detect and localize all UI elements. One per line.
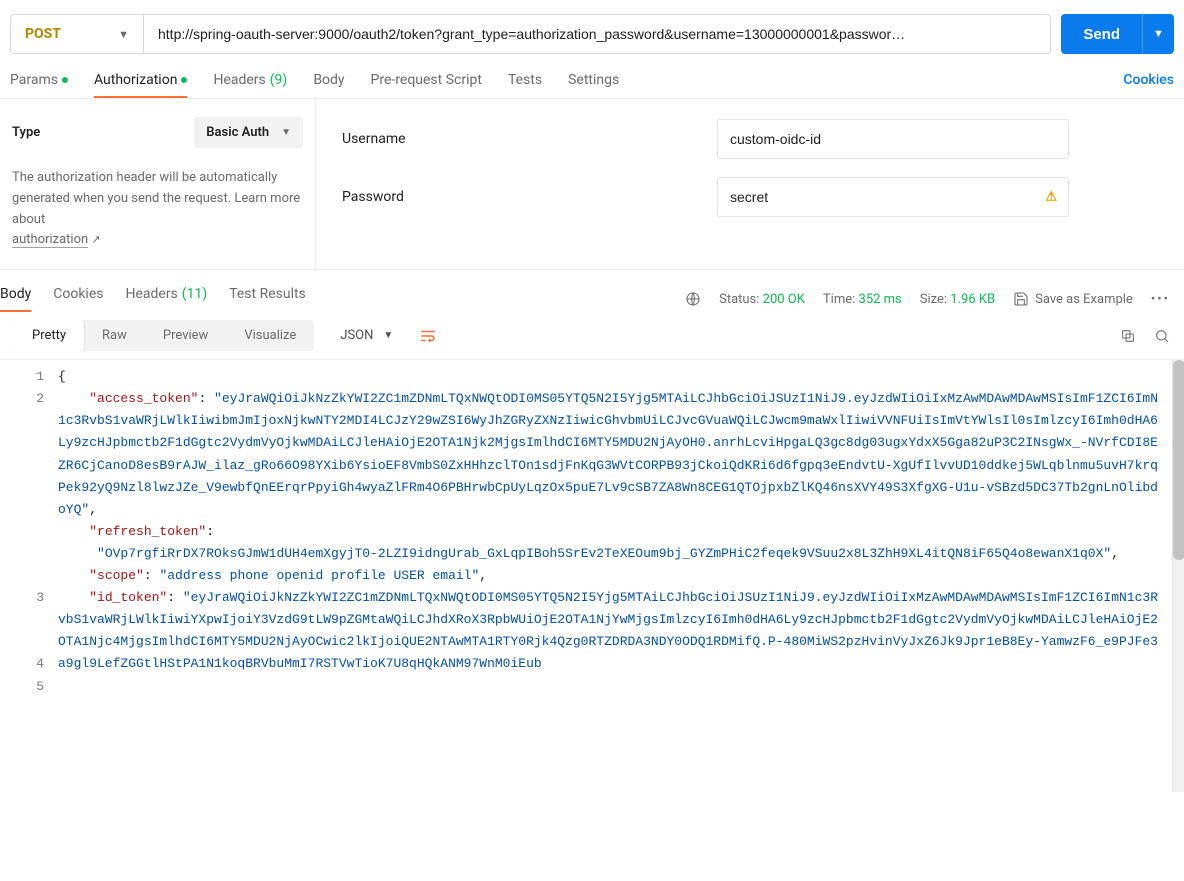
method-value: POST [25, 26, 61, 42]
tab-prerequest[interactable]: Pre-request Script [371, 72, 482, 98]
tab-body[interactable]: Body [313, 72, 344, 98]
copy-icon[interactable] [1120, 328, 1136, 344]
warning-icon: ⚠ [1045, 190, 1057, 205]
url-input[interactable] [144, 14, 1051, 54]
tab-authorization[interactable]: Authorization [94, 72, 187, 98]
resp-tab-headers[interactable]: Headers (11) [125, 286, 207, 312]
resp-tab-testresults[interactable]: Test Results [229, 286, 306, 312]
external-link-icon: ↗ [91, 233, 100, 246]
chevron-down-icon: ▼ [1153, 28, 1164, 40]
auth-type-select[interactable]: Basic Auth ▼ [194, 117, 303, 148]
auth-learn-link[interactable]: authorization [12, 232, 88, 248]
more-icon[interactable]: ••• [1151, 292, 1170, 307]
tab-tests[interactable]: Tests [508, 72, 542, 98]
password-label: Password [342, 189, 717, 205]
method-select[interactable]: POST ▼ [10, 14, 144, 54]
globe-icon[interactable] [685, 291, 701, 307]
chevron-down-icon: ▼ [383, 330, 393, 341]
language-select[interactable]: JSON ▼ [328, 320, 405, 351]
resp-tab-body[interactable]: Body [0, 286, 31, 312]
time-block: Time: 352 ms [823, 292, 902, 307]
send-button[interactable]: Send [1061, 14, 1142, 54]
view-raw[interactable]: Raw [84, 320, 145, 351]
chevron-down-icon: ▼ [281, 127, 291, 138]
line-gutter: 1 2 3 4 5 [0, 360, 58, 792]
status-block: Status: 200 OK [719, 292, 805, 307]
tab-headers[interactable]: Headers (9) [213, 72, 287, 98]
view-pretty[interactable]: Pretty [14, 320, 84, 351]
password-input[interactable] [717, 177, 1069, 217]
view-visualize[interactable]: Visualize [226, 320, 314, 351]
tab-settings[interactable]: Settings [568, 72, 619, 98]
send-dropdown[interactable]: ▼ [1142, 14, 1174, 54]
scrollbar[interactable] [1172, 360, 1184, 792]
chevron-down-icon: ▼ [118, 28, 129, 41]
wrap-lines-icon[interactable] [411, 321, 445, 351]
auth-type-label: Type [12, 125, 40, 140]
search-icon[interactable] [1154, 328, 1170, 344]
size-block: Size: 1.96 KB [920, 292, 995, 307]
save-example-button[interactable]: Save as Example [1013, 291, 1133, 307]
username-input[interactable] [717, 119, 1069, 159]
username-label: Username [342, 131, 717, 147]
resp-tab-cookies[interactable]: Cookies [53, 286, 103, 312]
dot-icon [62, 77, 68, 83]
tab-params[interactable]: Params [10, 72, 68, 98]
dot-icon [181, 77, 187, 83]
response-body[interactable]: { "access_token": "eyJraWQiOiJkNzZkYWI2Z… [58, 360, 1172, 792]
cookies-link[interactable]: Cookies [1123, 72, 1174, 98]
view-preview[interactable]: Preview [145, 320, 226, 351]
auth-description: The authorization header will be automat… [12, 168, 303, 251]
